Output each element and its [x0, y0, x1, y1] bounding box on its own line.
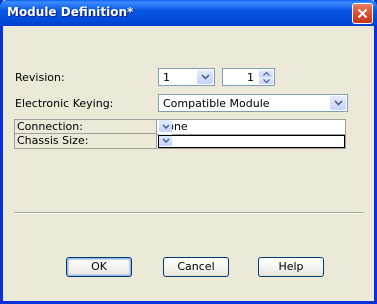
spin-down-icon[interactable] — [259, 77, 273, 84]
electronic-keying-value: Compatible Module — [163, 97, 270, 110]
electronic-keying-dropdown[interactable]: Compatible Module — [158, 94, 348, 112]
revision-minor-value: 1 — [247, 71, 254, 84]
chevron-down-icon[interactable] — [159, 120, 172, 132]
spin-up-icon[interactable] — [259, 70, 273, 77]
electronic-keying-label: Electronic Keying: — [15, 97, 114, 110]
dialog-title: Module Definition* — [7, 5, 134, 19]
chevron-down-icon[interactable] — [197, 70, 213, 84]
property-grid: Connection: None Chassis Size: 4 — [14, 119, 346, 149]
focus-outline — [158, 135, 345, 148]
chevron-down-icon[interactable] — [330, 96, 346, 110]
close-button[interactable] — [352, 3, 373, 24]
divider — [14, 212, 364, 214]
revision-label: Revision: — [15, 71, 65, 84]
chassis-size-label: Chassis Size: — [17, 134, 89, 147]
grid-label-cell: Connection: — [15, 120, 157, 134]
cancel-button[interactable]: Cancel — [163, 257, 229, 277]
ok-button[interactable]: OK — [66, 257, 132, 277]
connection-dropdown[interactable]: None — [157, 120, 345, 135]
revision-major-dropdown[interactable]: 1 — [158, 68, 215, 86]
grid-label-cell: Chassis Size: — [15, 134, 157, 148]
help-button[interactable]: Help — [258, 257, 324, 277]
close-icon — [357, 8, 368, 19]
connection-label: Connection: — [17, 120, 83, 133]
revision-major-value: 1 — [163, 71, 170, 84]
revision-minor-spinner[interactable]: 1 — [222, 68, 275, 86]
title-bar[interactable]: Module Definition* — [0, 0, 377, 26]
